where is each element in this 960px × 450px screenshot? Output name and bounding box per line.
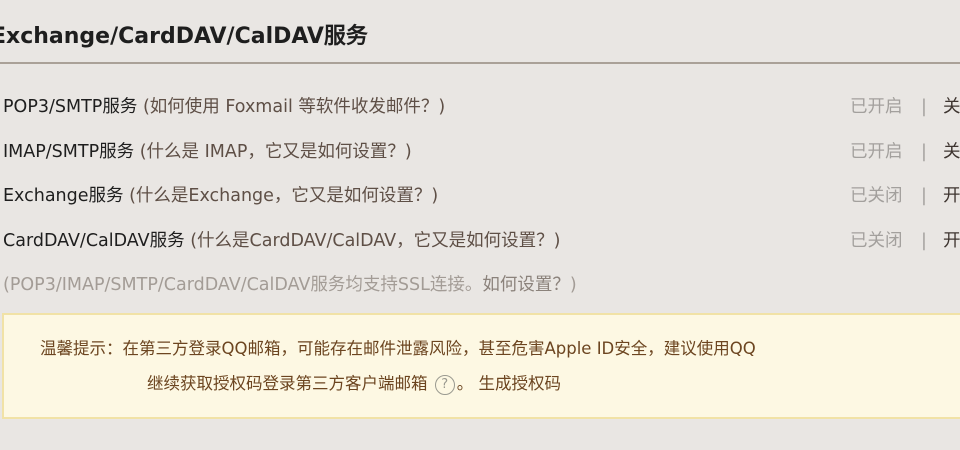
service-status: 已开启 — [850, 97, 903, 117]
question-circle-icon[interactable]: ? — [434, 374, 455, 395]
service-name: IMAP/SMTP服务 — [3, 142, 135, 162]
service-help-link[interactable]: (什么是CardDAV/CalDAV，它又是如何设置？) — [190, 231, 560, 251]
service-status: 已关闭 — [850, 186, 903, 206]
notice-label: 温馨提示： — [40, 339, 123, 358]
service-toggle-link[interactable]: 关 — [943, 94, 960, 120]
service-name: POP3/SMTP服务 — [3, 97, 138, 117]
service-status: 已关闭 — [850, 231, 903, 251]
notice-line1: 在第三方登录QQ邮箱，可能存在邮件泄露风险，甚至危害Apple ID安全，建议使… — [122, 339, 756, 358]
service-row-exchange: Exchange服务 (什么是Exchange，它又是如何设置？) 已关闭 | … — [3, 183, 960, 209]
service-status: 已开启 — [850, 142, 903, 162]
service-toggle-link[interactable]: 开 — [943, 228, 960, 254]
notice-period: 。 — [456, 374, 474, 393]
generate-auth-code-link[interactable]: 生成授权码 — [479, 374, 562, 393]
service-row-pop3: POP3/SMTP服务 (如何使用 Foxmail 等软件收发邮件？) 已开启 … — [3, 94, 960, 120]
notice-line2: 继续获取授权码登录第三方客户端邮箱 — [147, 374, 428, 393]
service-name: Exchange服务 — [3, 186, 124, 206]
section-title: Exchange/CardDAV/CalDAV服务 — [0, 24, 368, 49]
service-name: CardDAV/CalDAV服务 — [3, 231, 185, 251]
separator: | — [921, 142, 927, 162]
service-toggle-link[interactable]: 开 — [943, 183, 960, 209]
divider — [0, 62, 960, 64]
service-help-link[interactable]: (什么是Exchange，它又是如何设置？) — [129, 186, 438, 206]
ssl-note: (POP3/IMAP/SMTP/CardDAV/CalDAV服务均支持SSL连接… — [3, 272, 577, 298]
notice-box: 温馨提示：在第三方登录QQ邮箱，可能存在邮件泄露风险，甚至危害Apple ID安… — [2, 313, 960, 419]
separator: | — [921, 186, 927, 206]
ssl-setup-link[interactable]: 如何设置？ — [482, 275, 570, 295]
service-toggle-link[interactable]: 关 — [943, 139, 960, 165]
separator: | — [921, 231, 927, 251]
service-help-link[interactable]: (如何使用 Foxmail 等软件收发邮件？) — [143, 97, 445, 117]
ssl-note-close: ) — [569, 275, 577, 295]
ssl-note-text: (POP3/IMAP/SMTP/CardDAV/CalDAV服务均支持SSL连接… — [3, 275, 483, 295]
separator: | — [921, 97, 927, 117]
service-row-carddav: CardDAV/CalDAV服务 (什么是CardDAV/CalDAV，它又是如… — [3, 228, 960, 254]
service-help-link[interactable]: (什么是 IMAP，它又是如何设置？) — [140, 142, 412, 162]
service-row-imap: IMAP/SMTP服务 (什么是 IMAP，它又是如何设置？) 已开启 | 关 — [3, 139, 960, 165]
